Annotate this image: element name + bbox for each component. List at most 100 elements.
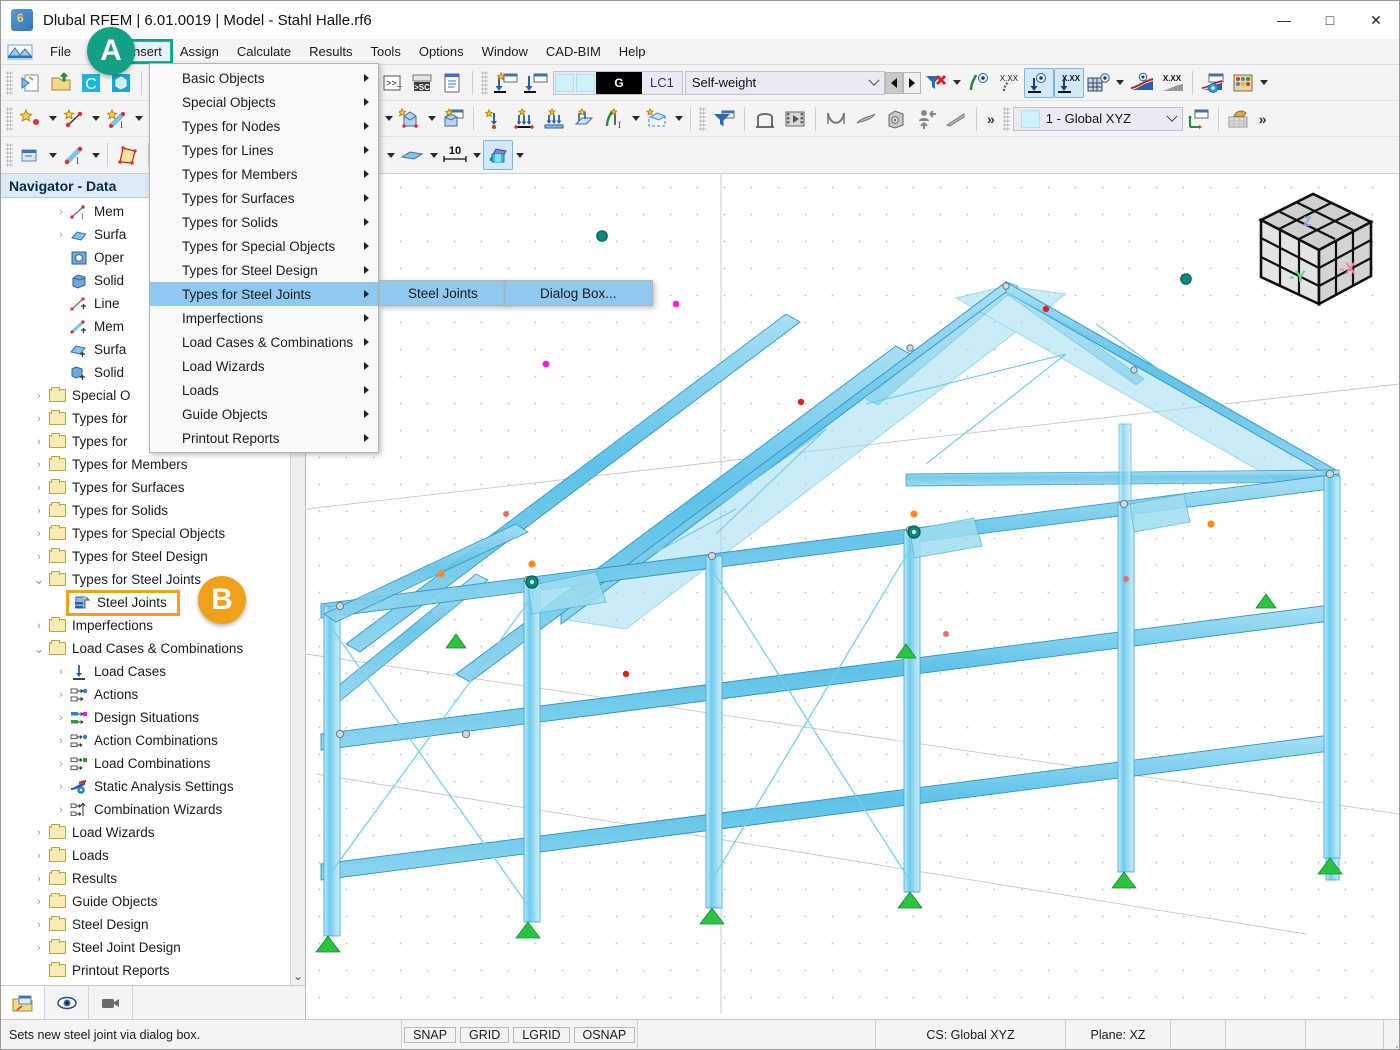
minimize-button[interactable]: — xyxy=(1261,1,1307,39)
new-line-star-icon[interactable] xyxy=(59,104,89,134)
snap-distance-icon[interactable]: 10 xyxy=(440,140,470,170)
new-model-icon[interactable] xyxy=(16,68,46,98)
toolbar-grip[interactable] xyxy=(6,70,13,95)
menu-item-printout-reports[interactable]: Printout Reports xyxy=(150,426,378,450)
menu-cad-bim[interactable]: CAD-BIM xyxy=(537,41,610,62)
toolbar-overflow-button-2[interactable]: » xyxy=(1254,111,1272,127)
tree-expand-toggle[interactable]: › xyxy=(31,453,47,476)
node-tools-dropdown[interactable] xyxy=(46,104,59,134)
status-plane[interactable]: Plane: XZ xyxy=(1065,1020,1170,1049)
menu-item-loads[interactable]: Loads xyxy=(150,378,378,402)
cross-sections-dropdown[interactable] xyxy=(513,140,526,170)
open-model-icon[interactable] xyxy=(46,68,76,98)
tree-item-static-analysis-settings[interactable]: › Static Analysis Settings xyxy=(1,775,305,798)
tree-expand-toggle[interactable]: › xyxy=(31,430,47,453)
selection-region-icon[interactable] xyxy=(642,104,672,134)
show-diagram-icon[interactable] xyxy=(1127,68,1157,98)
script-icon[interactable]: >SC xyxy=(407,68,437,98)
surface-plane-icon[interactable] xyxy=(397,140,427,170)
submenu-steel-joints[interactable]: Steel Joints xyxy=(380,281,506,305)
slope-icon[interactable] xyxy=(941,104,971,134)
show-cross-sections-icon[interactable] xyxy=(483,140,513,170)
tree-expand-toggle[interactable]: › xyxy=(53,223,69,246)
status-coordinate-system[interactable]: CS: Global XYZ xyxy=(875,1020,1065,1049)
member-hinge-dropdown[interactable] xyxy=(629,104,642,134)
osnap-toggle[interactable]: OSNAP xyxy=(573,1026,636,1043)
tree-expand-toggle[interactable]: › xyxy=(53,798,69,821)
tree-item-types-for-steel-joints[interactable]: ⌄ Types for Steel Joints xyxy=(1,568,305,591)
work-plane-icon[interactable] xyxy=(1224,104,1254,134)
menu-item-types-for-steel-design[interactable]: Types for Steel Design xyxy=(150,258,378,282)
maximize-button[interactable]: □ xyxy=(1307,1,1353,39)
surfaces-results-dropdown[interactable] xyxy=(1114,68,1127,98)
tree-expand-toggle[interactable]: › xyxy=(31,821,47,844)
menu-assign[interactable]: Assign xyxy=(171,41,228,62)
menu-calculate[interactable]: Calculate xyxy=(228,41,300,62)
menu-item-types-for-steel-joints[interactable]: Types for Steel Joints xyxy=(150,282,378,306)
views-navigator-tab[interactable] xyxy=(89,986,133,1019)
tree-item-imperfections[interactable]: › Imperfections xyxy=(1,614,305,637)
results-settings-icon[interactable] xyxy=(1198,68,1228,98)
tree-item-load-combinations[interactable]: › Load Combinations xyxy=(1,752,305,775)
new-load-case-icon[interactable] xyxy=(491,68,521,98)
tree-item-types-for-special-objects[interactable]: › Types for Special Objects xyxy=(1,522,305,545)
open-recent-dropdown[interactable] xyxy=(46,140,59,170)
close-button[interactable]: ✕ xyxy=(1353,1,1399,39)
navigation-cube[interactable]: -Y -X Z xyxy=(1231,182,1391,317)
film-icon[interactable] xyxy=(780,104,810,134)
toolbar-grip[interactable] xyxy=(699,106,706,131)
tree-item-printout-reports[interactable]: Printout Reports xyxy=(1,959,305,982)
window-resize-grip[interactable] xyxy=(1383,1020,1399,1049)
command-prompt-icon[interactable]: >>_ xyxy=(377,68,407,98)
tree-expand-toggle[interactable]: › xyxy=(53,729,69,752)
tree-expand-toggle[interactable]: › xyxy=(53,775,69,798)
new-node-star-icon[interactable] xyxy=(16,104,46,134)
filter-dialog-icon[interactable] xyxy=(709,104,739,134)
tree-item-combination-wizards[interactable]: › Combination Wizards xyxy=(1,798,305,821)
tree-item-guide-objects[interactable]: › Guide Objects xyxy=(1,890,305,913)
tree-item-steel-joints[interactable]: Steel Joints xyxy=(1,589,305,616)
tree-item-load-cases[interactable]: › Load Cases xyxy=(1,660,305,683)
tree-expand-toggle[interactable]: › xyxy=(31,614,47,637)
toolbar-grip[interactable] xyxy=(481,70,488,95)
menu-item-guide-objects[interactable]: Guide Objects xyxy=(150,402,378,426)
line-member-icon[interactable]: I xyxy=(59,140,89,170)
menu-file[interactable]: File xyxy=(41,41,80,62)
catenary-icon[interactable] xyxy=(821,104,851,134)
line-member-dropdown[interactable] xyxy=(89,140,102,170)
menu-item-types-for-nodes[interactable]: Types for Nodes xyxy=(150,114,378,138)
tree-item-actions[interactable]: › Actions xyxy=(1,683,305,706)
tree-item-types-for-steel-design[interactable]: › Types for Steel Design xyxy=(1,545,305,568)
line-tools-dropdown[interactable] xyxy=(89,104,102,134)
show-supports-icon[interactable] xyxy=(1023,67,1054,98)
tree-item-types-for-members[interactable]: › Types for Members xyxy=(1,453,305,476)
tree-item-types-for-solids[interactable]: › Types for Solids xyxy=(1,499,305,522)
tree-item-load-cases-combinations[interactable]: ⌄ Load Cases & Combinations xyxy=(1,637,305,660)
nodal-support-icon[interactable] xyxy=(479,104,509,134)
snap-toggle[interactable]: SNAP xyxy=(404,1026,457,1043)
tree-collapse-toggle[interactable]: ⌄ xyxy=(31,568,47,591)
tree-item-steel-design[interactable]: › Steel Design xyxy=(1,913,305,936)
menu-item-dialog-box[interactable]: Dialog Box... xyxy=(506,281,652,305)
solid-dropdown[interactable] xyxy=(425,104,438,134)
toolbar-overflow-button[interactable]: » xyxy=(982,111,1000,127)
menu-item-types-for-lines[interactable]: Types for Lines xyxy=(150,138,378,162)
xxx-diagram-icon[interactable]: X.XX xyxy=(1157,68,1187,98)
menu-item-types-for-solids[interactable]: Types for Solids xyxy=(150,210,378,234)
scroll-down-arrow[interactable]: ⌄ xyxy=(291,969,305,983)
new-solid-icon[interactable] xyxy=(395,104,425,134)
menu-item-load-wizards[interactable]: Load Wizards xyxy=(150,354,378,378)
tree-item-design-situations[interactable]: › Design Situations xyxy=(1,706,305,729)
load-case-list-icon[interactable] xyxy=(521,68,551,98)
tree-item-loads[interactable]: › Loads xyxy=(1,844,305,867)
surface-plane-dropdown[interactable] xyxy=(427,140,440,170)
tree-expand-toggle[interactable]: › xyxy=(53,660,69,683)
tree-expand-toggle[interactable]: › xyxy=(31,913,47,936)
abacus-results-dropdown[interactable] xyxy=(1258,68,1271,98)
solid-window-icon[interactable] xyxy=(438,104,468,134)
tree-expand-toggle[interactable]: › xyxy=(53,706,69,729)
member-hinge-icon[interactable]: I xyxy=(599,104,629,134)
tree-expand-toggle[interactable]: › xyxy=(31,522,47,545)
lgrid-toggle[interactable]: LGRID xyxy=(513,1026,570,1043)
menu-window[interactable]: Window xyxy=(473,41,537,62)
